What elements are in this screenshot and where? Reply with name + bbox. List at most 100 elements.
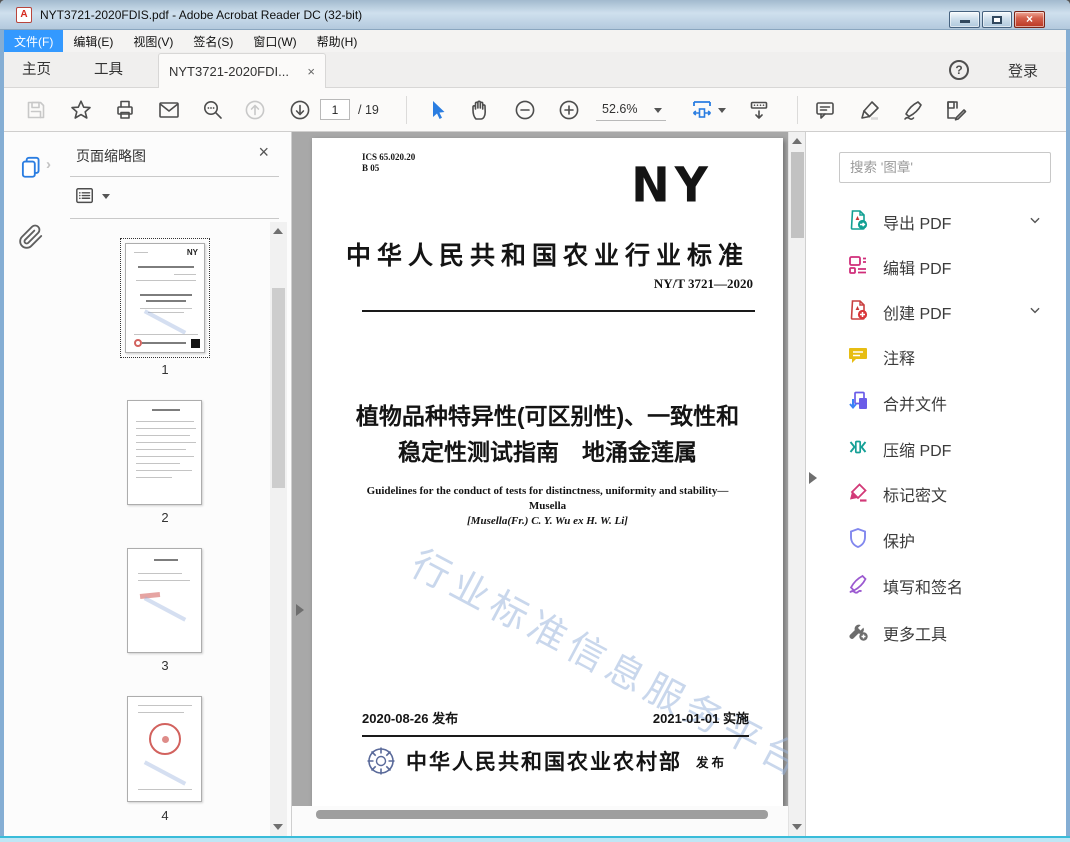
thumbnail-page-1[interactable]: NY [120,238,210,358]
print-icon[interactable] [113,98,137,122]
tool-combine-files[interactable]: 合并文件 [806,386,1067,416]
tool-create-pdf[interactable]: 创建 PDF [806,295,1067,325]
divider [70,176,279,177]
save-icon[interactable] [24,98,48,122]
tool-comment[interactable]: 注释 [806,340,1067,370]
fit-width-icon[interactable] [690,98,714,122]
thumbnail-options-button[interactable] [74,186,114,208]
menu-window[interactable]: 窗口(W) [243,30,306,53]
document-view[interactable]: ICS 65.020.20 B 05 NY 中华人民共和国农业行业标准 NY/T… [292,132,788,836]
select-tool-icon[interactable] [425,98,449,122]
zoom-out-icon[interactable] [513,98,537,122]
chevron-down-icon[interactable] [1028,213,1042,227]
thumbnail-page-2[interactable] [127,400,202,505]
thumbnail-page-3[interactable] [127,548,202,653]
scroll-down-icon[interactable] [792,824,802,830]
maximize-button[interactable] [982,11,1012,28]
tool-label: 保护 [883,534,916,551]
login-button[interactable]: 登录 [1008,60,1038,81]
minimize-button[interactable] [949,11,980,28]
header-rule [362,310,755,312]
toolbar-separator [797,96,798,124]
scroll-down-icon[interactable] [273,824,283,830]
tool-redact[interactable]: 标记密文 [806,477,1067,507]
active-panel-notch-icon: › [46,156,51,173]
tab-close-icon[interactable]: × [307,64,315,79]
window-title: NYT3721-2020FDIS.pdf - Adobe Acrobat Rea… [40,8,363,22]
chevron-down-icon [654,108,662,113]
tool-label: 更多工具 [883,627,948,644]
close-icon: × [1025,12,1033,26]
titlebar[interactable]: A NYT3721-2020FDIS.pdf - Adobe Acrobat R… [0,0,1070,30]
menu-sign[interactable]: 签名(S) [183,30,243,53]
search-input[interactable] [839,152,1051,183]
scrollbar-thumb[interactable] [791,152,804,238]
standard-number: NY/T 3721—2020 [653,276,753,291]
stamp-fill-sign-icon[interactable] [944,98,968,122]
tool-fill-sign[interactable]: 填写和签名 [806,569,1067,599]
collapse-left-panel-handle[interactable] [296,604,304,616]
menu-view[interactable]: 视图(V) [123,30,183,53]
comment-icon[interactable] [813,98,837,122]
protect-shield-icon [846,526,870,550]
tab-tools[interactable]: 工具 [94,52,123,88]
scrollbar-thumb[interactable] [272,288,285,488]
tool-export-pdf[interactable]: 导出 PDF [806,205,1067,235]
attachments-paperclip-icon[interactable] [18,224,44,250]
scroll-up-icon[interactable] [273,228,283,234]
document-vertical-scrollbar[interactable] [788,132,805,836]
tab-home[interactable]: 主页 [22,52,51,88]
main-toolbar: / 19 52.6% [4,88,1066,132]
zoom-level-dropdown[interactable]: 52.6% [596,99,666,121]
compress-pdf-icon [846,435,870,459]
navigation-rail: › [4,132,56,836]
tool-edit-pdf[interactable]: 编辑 PDF [806,250,1067,280]
window-border [0,30,4,842]
document-tab[interactable]: NYT3721-2020FDI... × [158,53,326,88]
window-border [0,836,1070,842]
thumbnail-page-4[interactable] [127,696,202,802]
tool-label: 创建 PDF [883,306,952,323]
scrollbar-thumb[interactable] [316,810,768,819]
dates-row: 2020-08-26 发布 2021-01-01 实施 [362,708,749,737]
comment-tool-icon [846,343,870,367]
tools-panel: 导出 PDF 编辑 PDF 创建 PDF 注释 合并文件 [805,132,1066,836]
chevron-down-icon[interactable] [1028,303,1042,317]
previous-page-icon[interactable] [243,98,267,122]
highlighter-icon[interactable] [858,98,882,122]
tool-protect[interactable]: 保护 [806,523,1067,553]
hand-tool-icon[interactable] [469,98,493,122]
ics-code: ICS 65.020.20 B 05 [362,152,416,173]
tool-label: 导出 PDF [883,216,952,233]
tool-compress-pdf[interactable]: 压缩 PDF [806,432,1067,462]
minimize-icon [960,20,970,23]
page-scrolling-icon[interactable] [747,98,771,122]
star-icon[interactable] [69,98,93,122]
tool-label: 压缩 PDF [883,443,952,460]
page-thumbnails-rail-icon[interactable] [18,154,44,180]
panel-close-icon[interactable]: × [258,142,269,163]
menu-help[interactable]: 帮助(H) [307,30,368,53]
email-icon[interactable] [157,98,181,122]
pdf-page-1: ICS 65.020.20 B 05 NY 中华人民共和国农业行业标准 NY/T… [312,138,788,806]
menu-edit[interactable]: 编辑(E) [63,30,123,53]
page-number-input[interactable] [320,99,350,120]
signature-pen-icon[interactable] [901,98,925,122]
close-button[interactable]: × [1014,11,1045,28]
zoom-in-icon[interactable] [557,98,581,122]
export-pdf-icon [846,208,870,232]
next-page-icon[interactable] [288,98,312,122]
search-zoom-icon[interactable] [201,98,225,122]
redact-marker-icon [846,480,870,504]
tool-more-tools[interactable]: 更多工具 [806,616,1067,646]
tool-label: 注释 [883,351,916,368]
ministry-seal-icon [366,746,396,776]
menu-bar: 文件(F) 编辑(E) 视图(V) 签名(S) 窗口(W) 帮助(H) [4,29,1066,53]
horizontal-scrollbar[interactable] [292,806,788,836]
help-button[interactable]: ? [949,60,969,80]
thumbnails-scrollbar[interactable] [270,222,287,836]
edit-pdf-icon [846,253,870,277]
scroll-up-icon[interactable] [792,138,802,144]
page-thumbnails-panel: 页面缩略图 × NY 1 2 3 4 [56,132,292,836]
menu-file[interactable]: 文件(F) [4,29,64,53]
